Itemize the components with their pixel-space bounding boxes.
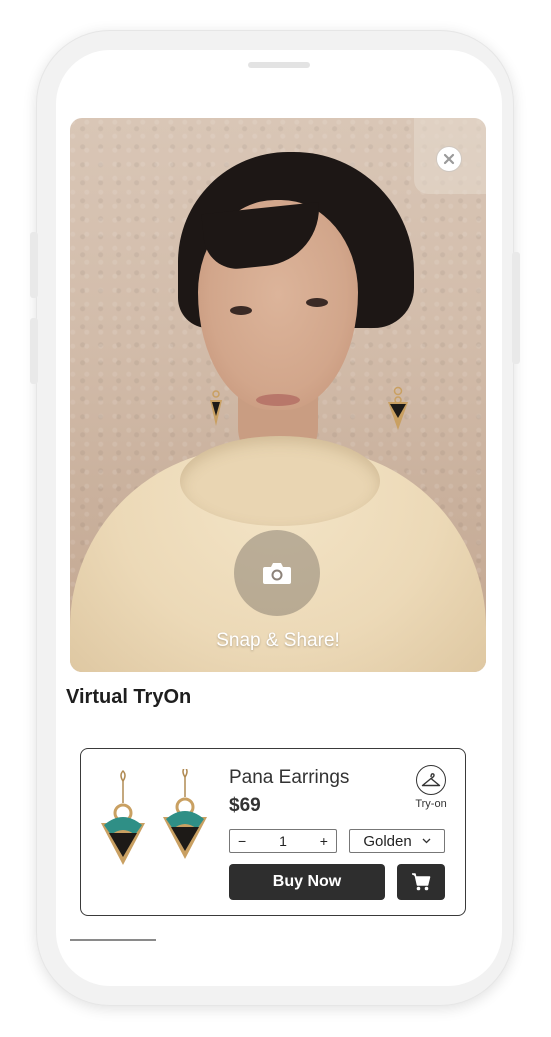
divider-line bbox=[70, 939, 156, 941]
phone-side-button bbox=[512, 252, 520, 364]
product-image bbox=[101, 769, 207, 865]
hood-collar bbox=[180, 436, 380, 526]
quantity-stepper: − 1 + bbox=[229, 829, 337, 853]
add-to-cart-button[interactable] bbox=[397, 864, 445, 900]
buy-now-button[interactable]: Buy Now bbox=[229, 864, 385, 900]
person-eye-right bbox=[306, 298, 328, 307]
chevron-down-icon bbox=[422, 838, 431, 844]
variant-value: Golden bbox=[363, 832, 412, 850]
decrement-button[interactable]: − bbox=[238, 833, 246, 849]
quantity-value[interactable]: 1 bbox=[279, 833, 287, 849]
virtual-earring-left bbox=[210, 390, 222, 426]
snap-share-label: Snap & Share! bbox=[216, 630, 340, 651]
cart-icon bbox=[412, 873, 431, 891]
close-button[interactable] bbox=[414, 118, 486, 194]
increment-button[interactable]: + bbox=[320, 833, 328, 849]
camera-view: Snap & Share! bbox=[70, 118, 486, 672]
product-card: Pana Earrings $69 Try-on − 1 + Golden Bu… bbox=[80, 748, 466, 916]
variant-select[interactable]: Golden bbox=[349, 829, 445, 853]
page-title: Virtual TryOn bbox=[66, 686, 192, 708]
product-price: $69 bbox=[229, 795, 261, 816]
virtual-earring-right bbox=[388, 386, 408, 430]
try-on-button[interactable]: Try-on bbox=[409, 765, 453, 810]
phone-side-button bbox=[30, 318, 38, 384]
product-name: Pana Earrings bbox=[229, 767, 350, 788]
person-eye-left bbox=[230, 306, 252, 315]
try-on-label: Try-on bbox=[415, 798, 447, 810]
camera-icon bbox=[263, 563, 291, 584]
phone-screen: Snap & Share! Virtual TryOn Pana Earring… bbox=[56, 50, 502, 986]
phone-speaker bbox=[248, 62, 310, 68]
phone-side-button bbox=[30, 232, 38, 298]
close-icon[interactable] bbox=[436, 146, 462, 172]
hanger-icon[interactable] bbox=[416, 765, 446, 795]
snap-button[interactable] bbox=[234, 530, 320, 616]
person-lips bbox=[256, 394, 300, 406]
